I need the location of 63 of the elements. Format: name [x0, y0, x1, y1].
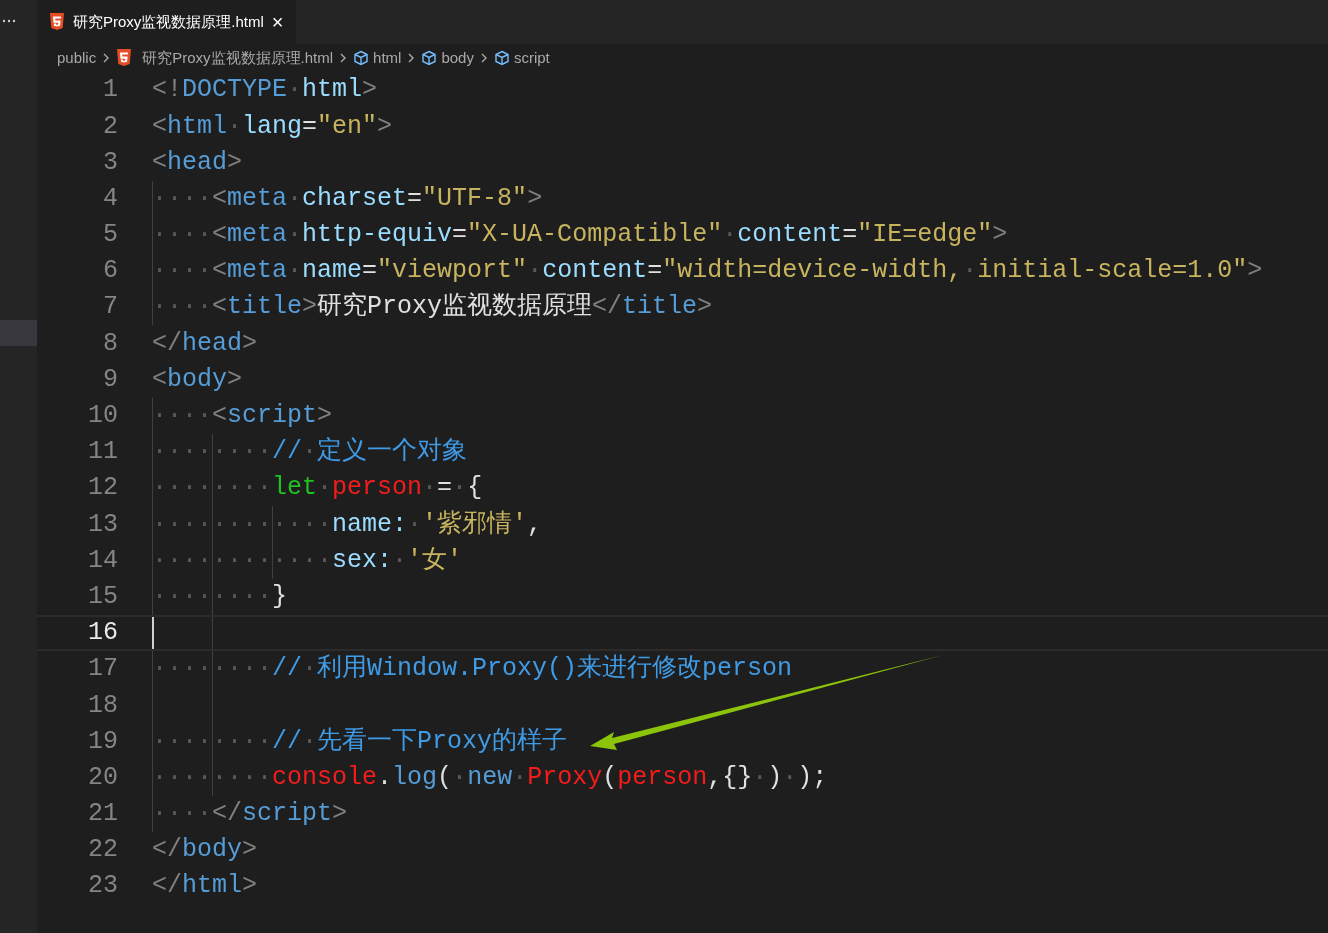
line-number: 7	[102, 291, 118, 324]
chevron-icon	[479, 52, 488, 64]
line-number: 1	[102, 74, 118, 107]
code-comment: ········//·利用Window.Proxy()来进行修改person	[152, 653, 793, 686]
code-line: <!DOCTYPE·html>	[152, 74, 378, 107]
line-number: 15	[87, 580, 118, 613]
code-comment: ········//·定义一个对象	[152, 436, 468, 469]
line-number: 9	[102, 363, 118, 396]
line-number: 10	[87, 400, 118, 433]
cube-icon	[421, 50, 438, 66]
breadcrumb-item[interactable]: html	[373, 46, 402, 70]
cube-icon	[353, 50, 370, 66]
line-number: 23	[87, 870, 118, 903]
code-line: </html>	[152, 870, 258, 903]
code-line: ····<meta·http-equiv="X-UA-Compatible"·content="IE=edge">	[152, 219, 1008, 252]
code-line: ····<meta·charset="UTF-8">	[152, 182, 543, 215]
line-number: 13	[87, 508, 118, 541]
line-number: 12	[87, 472, 118, 505]
code-line: </head>	[152, 327, 258, 360]
chevron-icon	[407, 52, 416, 64]
breadcrumb-item[interactable]: body	[441, 46, 474, 70]
code-line: ············name:·'紫邪情',	[152, 508, 543, 541]
line-number: 3	[102, 146, 118, 179]
line-number: 17	[87, 653, 118, 686]
line-number: 16	[87, 617, 118, 650]
code-line: ········let·person·=·{	[152, 472, 483, 505]
line-number: 20	[87, 761, 118, 794]
code-line: <html·lang="en">	[152, 110, 393, 143]
code-line: ····<script>	[152, 400, 333, 433]
editor-tab[interactable]: 研究Proxy监视数据原理.html ×	[37, 0, 296, 44]
sidebar-highlight	[0, 320, 37, 346]
code-line: ············sex:·'女'	[152, 544, 463, 577]
code-line: <body>	[152, 363, 243, 396]
line-number: 2	[102, 110, 118, 143]
line-number: 4	[102, 182, 118, 215]
line-number: 18	[87, 689, 118, 722]
more-icon[interactable]	[2, 19, 16, 23]
close-button[interactable]: ×	[271, 12, 284, 32]
code-line: <head>	[152, 146, 243, 179]
line-number: 14	[87, 544, 118, 577]
breadcrumb-item[interactable]: 研究Proxy监视数据原理.html	[142, 46, 334, 70]
line-number: 11	[87, 436, 118, 469]
code-line: ····<meta·name="viewport"·content="width=device-width,·initial-scale=1.0">	[152, 255, 1263, 288]
line-number: 19	[87, 725, 118, 758]
line-number: 6	[102, 255, 118, 288]
code-line: ········}	[152, 580, 288, 613]
breadcrumb-item[interactable]: public	[57, 46, 97, 70]
code-line: ········console.log(·new·Proxy(person,{}·)·);	[152, 761, 828, 794]
html-file-icon	[49, 13, 65, 31]
tab-title: 研究Proxy监视数据原理.html	[73, 11, 264, 32]
line-number: 22	[87, 834, 118, 867]
chevron-icon	[339, 52, 348, 64]
code-line: ····</script>	[152, 798, 348, 831]
line-number: 5	[102, 219, 118, 252]
line-number: 8	[102, 327, 118, 360]
chevron-icon	[102, 52, 111, 64]
code-line: ····<title>研究Proxy监视数据原理</title>	[152, 291, 713, 324]
html-file-icon	[116, 49, 133, 67]
breadcrumb-item[interactable]: script	[513, 46, 550, 70]
line-number: 21	[87, 798, 118, 831]
code-line: </body>	[152, 834, 258, 867]
code-comment: ········//·先看一下Proxy的样子	[152, 725, 568, 758]
cube-icon	[493, 50, 510, 66]
